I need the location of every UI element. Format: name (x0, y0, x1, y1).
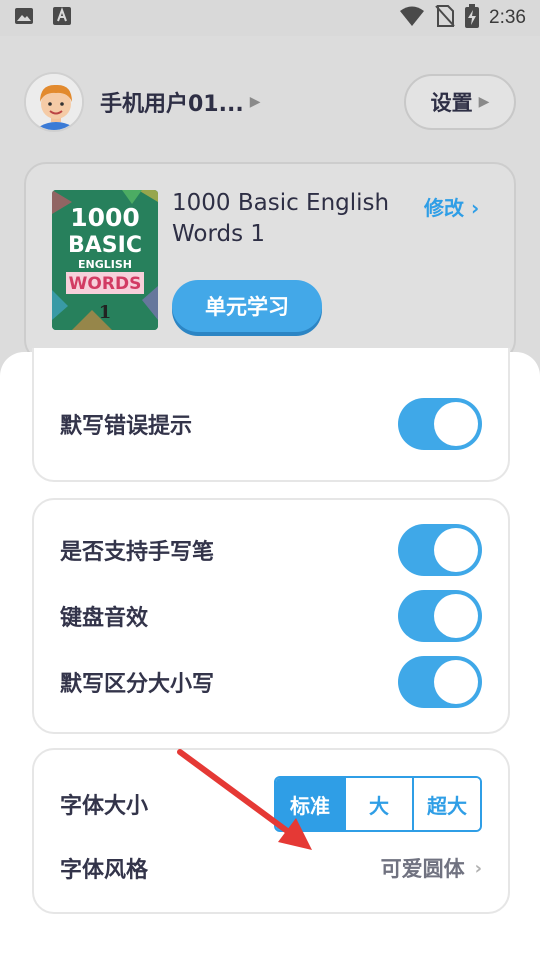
font-size-option-extra-large[interactable]: 超大 (412, 778, 480, 830)
book-title: 1000 Basic English Words 1 (172, 190, 390, 247)
cover-text-basic: BASIC (68, 233, 142, 258)
profile-row[interactable]: 手机用户01... ▶ (24, 72, 260, 132)
image-icon (14, 6, 34, 30)
case-sensitive-toggle[interactable] (398, 656, 482, 708)
avatar[interactable] (24, 72, 84, 132)
font-style-selector[interactable]: 可爱圆体 › (381, 853, 482, 883)
username[interactable]: 手机用户01... (100, 86, 244, 118)
stylus-support-toggle[interactable] (398, 524, 482, 576)
setting-row-font-style[interactable]: 字体风格 可爱圆体 › (60, 852, 482, 884)
wifi-icon (399, 5, 425, 31)
cover-text-1000: 1000 (70, 203, 140, 232)
cover-text-words: WORDS (69, 274, 142, 294)
setting-label: 键盘音效 (60, 606, 149, 631)
toggle-knob (434, 660, 478, 704)
toggle-knob (434, 402, 478, 446)
settings-group-font: 字体大小 标准 大 超大 字体风格 可爱圆体 › (32, 748, 510, 914)
setting-row-font-size: 字体大小 标准 大 超大 (60, 776, 482, 832)
settings-group-dictation: 默写错误提示 (32, 348, 510, 482)
setting-label: 是否支持手写笔 (60, 540, 215, 565)
current-book-card: 1000 BASIC ENGLISH WORDS 1 1000 Basic En… (24, 162, 516, 362)
keyboard-sound-toggle[interactable] (398, 590, 482, 642)
toggle-knob (434, 528, 478, 572)
chevron-right-icon: ▶ (249, 94, 261, 110)
settings-group-input: 是否支持手写笔 键盘音效 默写区分大小写 (32, 498, 510, 734)
no-sim-icon (435, 4, 455, 32)
font-size-option-large[interactable]: 大 (344, 778, 412, 830)
setting-row-case-sensitive: 默写区分大小写 (60, 656, 482, 708)
settings-bottom-sheet: 默写错误提示 是否支持手写笔 键盘音效 默写区分大小写 字体大小 标准 大 超大 (0, 348, 540, 960)
chevron-right-icon: ▶ (478, 94, 490, 110)
settings-button[interactable]: 设置 ▶ (404, 74, 516, 130)
clock: 2:36 (489, 7, 526, 28)
font-style-label: 字体风格 (60, 858, 149, 883)
dictation-error-hint-toggle[interactable] (398, 398, 482, 450)
modify-book-link[interactable]: 修改 › (424, 192, 479, 221)
unit-study-button[interactable]: 单元学习 (172, 280, 322, 332)
setting-row-stylus-support: 是否支持手写笔 (60, 524, 482, 576)
font-style-value: 可爱圆体 (380, 857, 465, 881)
modify-label: 修改 (424, 196, 464, 220)
battery-charging-icon (465, 4, 480, 32)
font-size-segmented-control: 标准 大 超大 (274, 776, 482, 832)
chevron-right-icon: › (474, 857, 482, 879)
text-a-icon (52, 6, 72, 30)
book-cover-image: 1000 BASIC ENGLISH WORDS 1 (52, 190, 158, 330)
cover-text-english: ENGLISH (78, 258, 132, 271)
cover-text-number: 1 (99, 302, 112, 323)
setting-label: 默写错误提示 (60, 414, 193, 439)
setting-label: 默写区分大小写 (60, 672, 215, 697)
toggle-knob (434, 594, 478, 638)
setting-row-keyboard-sound: 键盘音效 (60, 590, 482, 642)
status-bar: 2:36 (0, 0, 540, 36)
chevron-right-icon: › (470, 196, 480, 220)
setting-row-dictation-error-hint: 默写错误提示 (60, 398, 482, 450)
font-size-label: 字体大小 (60, 794, 149, 819)
font-size-option-standard[interactable]: 标准 (276, 778, 344, 830)
settings-label: 设置 (430, 91, 473, 115)
